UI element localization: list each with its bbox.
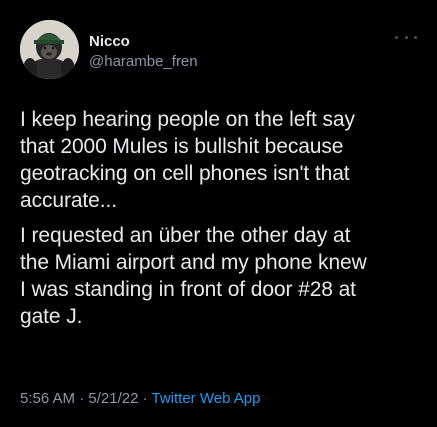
username-handle[interactable]: @harambe_fren xyxy=(89,52,198,72)
source-app-link[interactable]: Twitter Web App xyxy=(152,390,261,407)
tweet-time[interactable]: 5:56 AM xyxy=(20,390,75,407)
dot xyxy=(404,35,408,39)
display-name[interactable]: Nicco xyxy=(89,33,130,51)
separator: · xyxy=(75,390,89,407)
tweet-card: Nicco @harambe_fren I keep hearing peopl… xyxy=(0,0,437,427)
tweet-metadata: 5:56 AM · 5/21/22 · Twitter Web App xyxy=(20,389,260,409)
more-options-icon[interactable] xyxy=(395,30,417,44)
avatar[interactable] xyxy=(20,20,79,79)
tweet-paragraph: I keep hearing people on the left say th… xyxy=(20,108,355,212)
separator: · xyxy=(138,390,152,407)
dot xyxy=(395,35,398,39)
dot xyxy=(414,35,417,39)
tweet-text: I keep hearing people on the left say th… xyxy=(20,106,420,338)
tweet-date[interactable]: 5/21/22 xyxy=(88,390,138,407)
tweet-paragraph: I requested an über the other day at the… xyxy=(20,224,367,328)
gorilla-avatar-icon xyxy=(20,20,79,79)
